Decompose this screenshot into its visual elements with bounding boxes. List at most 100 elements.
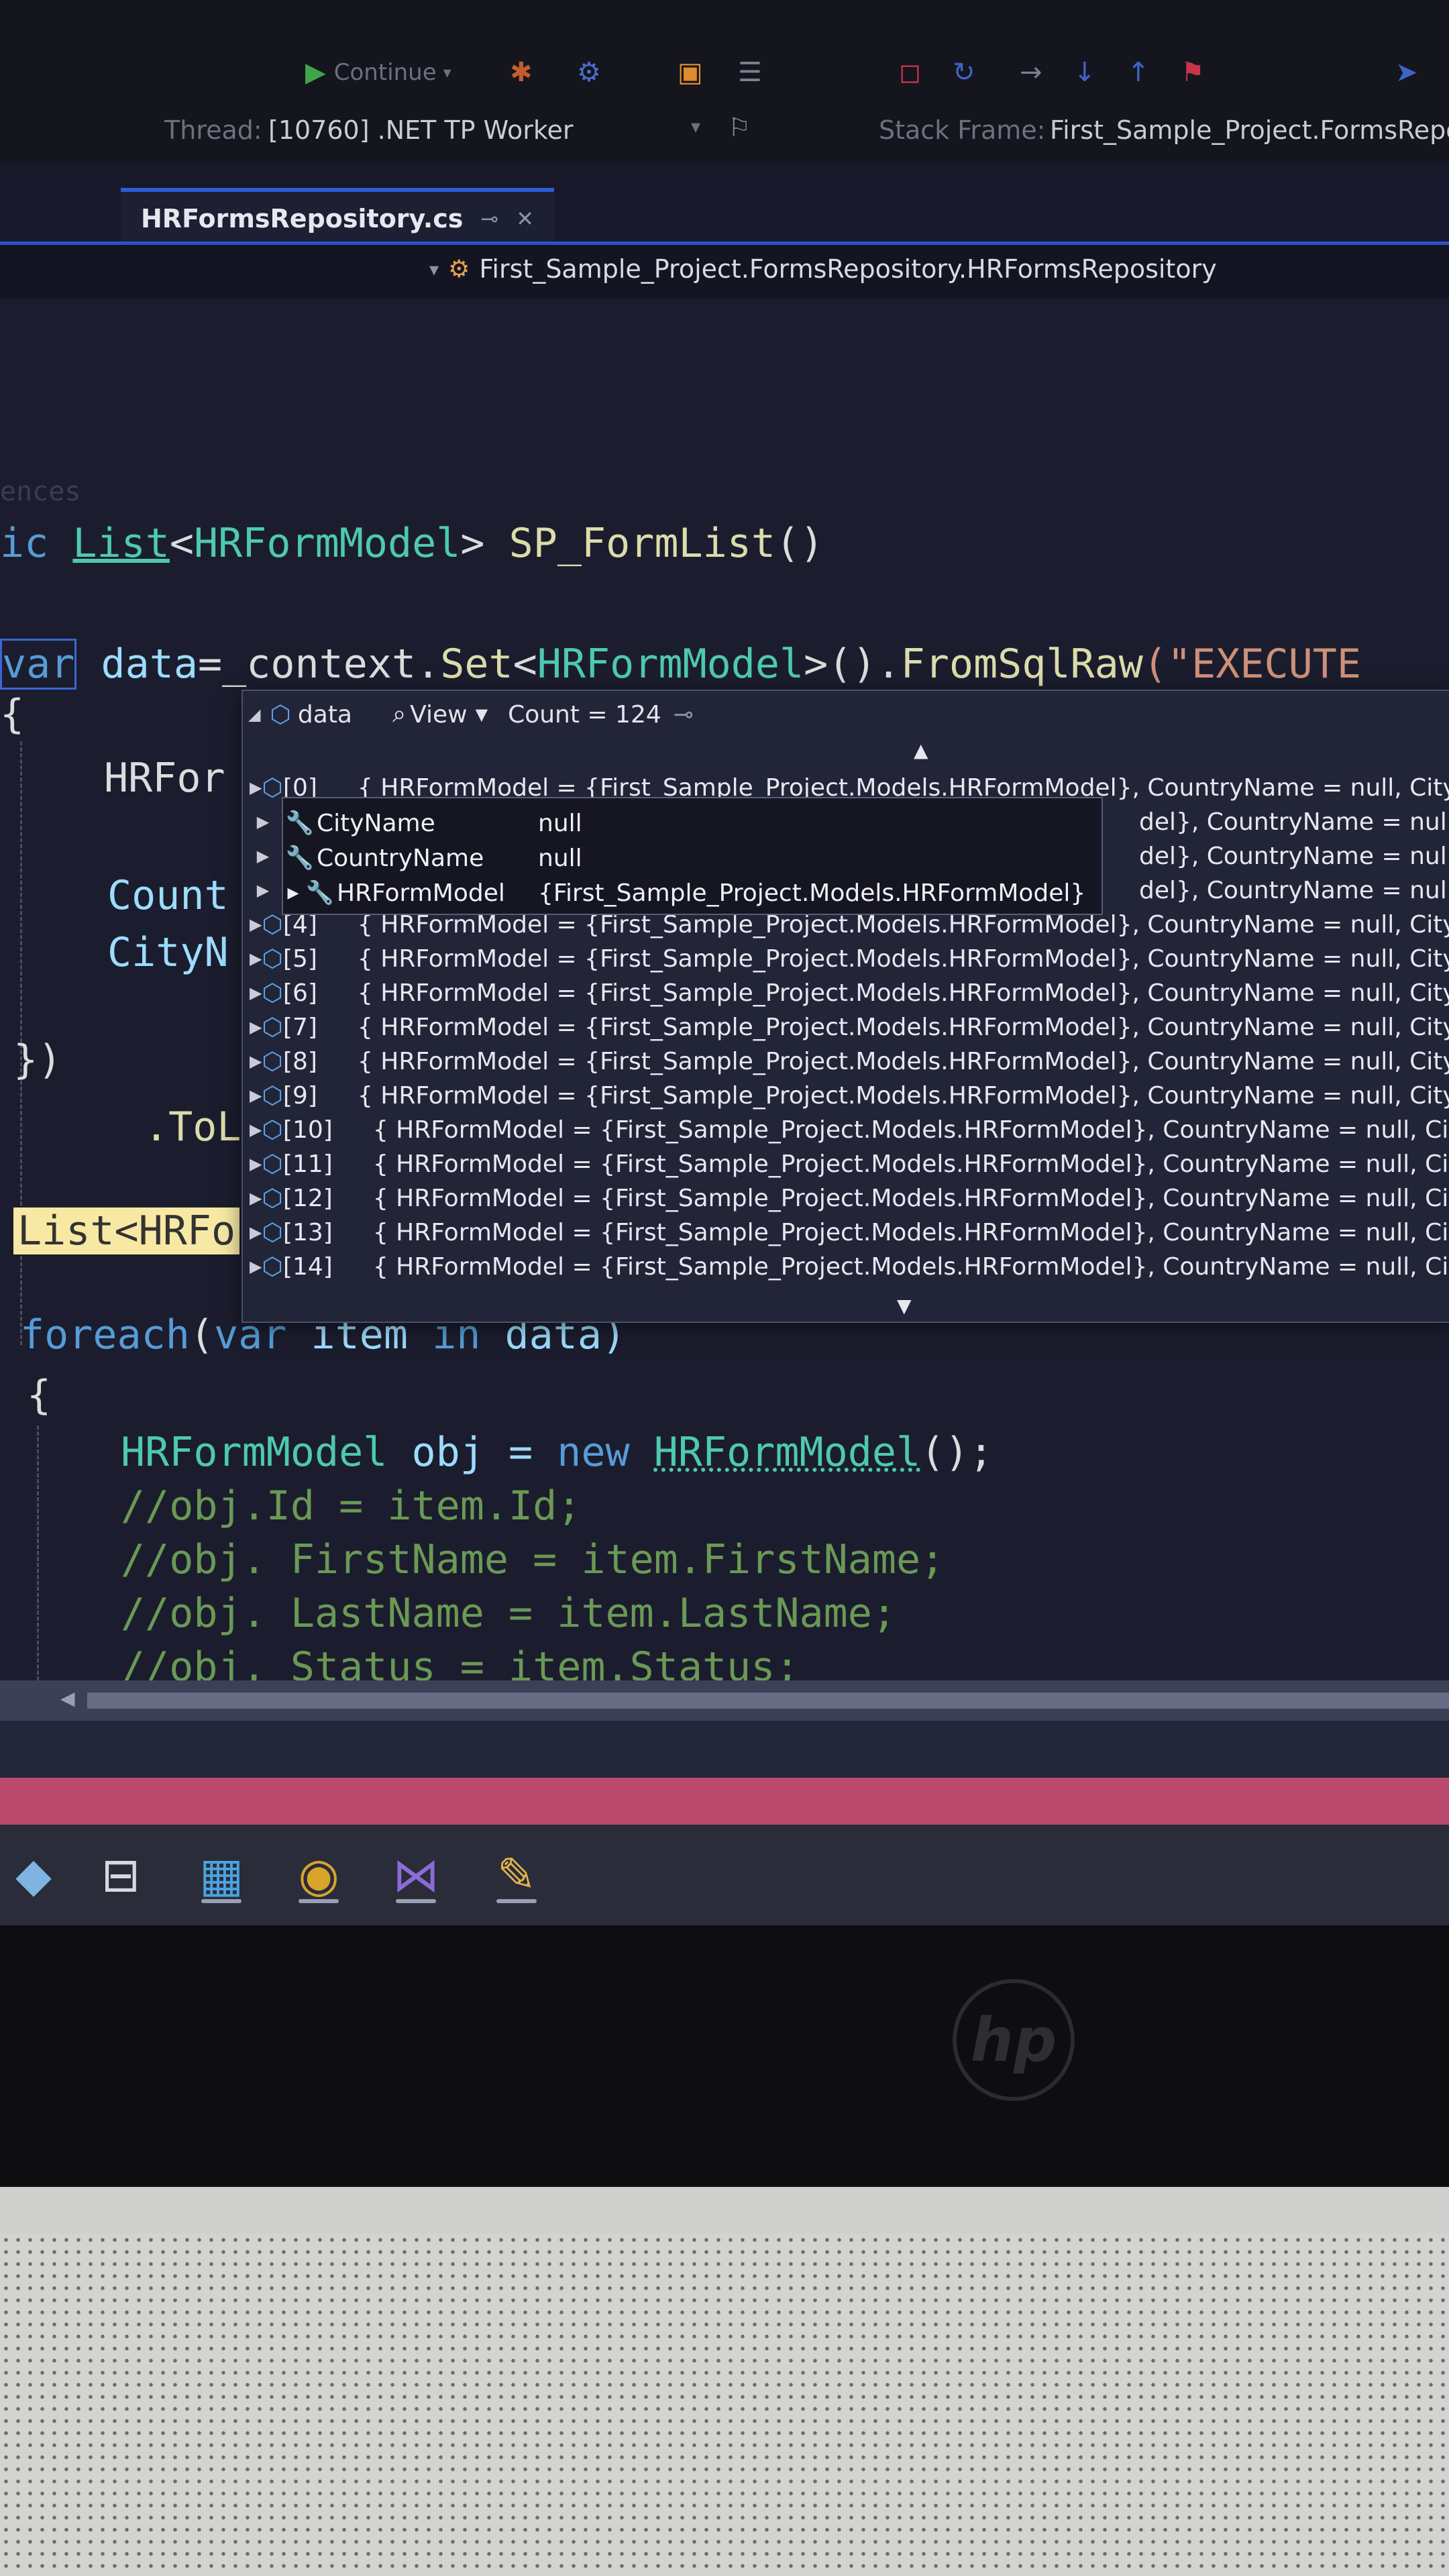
debug-toolbar: ▶ Continue ▾ ✱ ⚙ ▣ ☰ ◻ ↻ → ↓ ↑ ⚑ ➤ Threa… <box>0 0 1449 161</box>
scroll-left-icon[interactable]: ◀ <box>60 1687 75 1709</box>
list-item[interactable]: ▶ ⬡ [10] { HRFormModel = {First_Sample_Proj… <box>243 1112 1449 1147</box>
list-item[interactable]: 🔧 CityName null <box>283 805 582 841</box>
item-value: { HRFormModel = {First_Sample_Project.Mo… <box>372 1252 1449 1281</box>
expand-triangle-icon[interactable]: ▶ <box>250 1155 262 1173</box>
item-value: del}, CountryName = null, City <box>1139 808 1449 836</box>
debug-datatip[interactable]: ◢ ⬡ data ⌕ View ▼ Count = 124 ⊸ ▲ ▶ ⬡ [0]{… <box>241 690 1449 1323</box>
list-item[interactable]: ▶ ⬡ [14] { HRFormModel = {First_Sample_Proj… <box>243 1249 1449 1284</box>
expanded-item-popup[interactable]: 🔧 CityName null 🔧 CountryName null ▶ 🔧 H… <box>282 797 1103 915</box>
expand-triangle-icon[interactable]: ▶ <box>250 1052 262 1071</box>
expand-triangle-icon[interactable]: ▶ <box>250 1018 262 1036</box>
folder-icon: ▣ <box>678 57 703 88</box>
list-item[interactable]: ▶ ⬡ [11] { HRFormModel = {First_Sample_Proj… <box>243 1146 1449 1181</box>
expand-triangle-icon[interactable]: ▶ <box>250 847 276 865</box>
expand-triangle-icon[interactable]: ▶ <box>283 885 303 902</box>
store-icon[interactable]: ▦ <box>188 1841 255 1909</box>
expand-triangle-icon[interactable]: ▶ <box>250 881 276 900</box>
hot-reload-button[interactable]: ✱ <box>510 52 533 93</box>
list-item[interactable]: ▶ 🔧 HRFormModel {First_Sample_Project.Mo… <box>283 875 1086 911</box>
step-out-button[interactable]: ↑ <box>1127 52 1150 93</box>
item-index: [7] <box>282 1013 317 1041</box>
horizontal-scrollbar[interactable]: ◀ <box>0 1680 1449 1721</box>
settings-button[interactable]: ☰ <box>738 52 762 93</box>
task-view-icon[interactable]: ⊟ <box>87 1841 154 1909</box>
type-member-dropdown[interactable]: ▾ ⚙ First_Sample_Project.FormsRepository… <box>429 254 1217 284</box>
variable-cube-icon: ⬡ <box>270 700 291 729</box>
dropdown-icon: ▼ <box>475 705 488 724</box>
stack-frame-dropdown[interactable]: First_Sample_Project.FormsRepos <box>1050 115 1449 145</box>
chevron-down-icon: ▾ <box>429 258 439 280</box>
item-index: [11] <box>282 1150 333 1178</box>
scroll-up-icon[interactable]: ▲ <box>914 739 928 761</box>
output-strip <box>0 1721 1449 1778</box>
document-tab-strip: HRFormsRepository.cs ⊸ ✕ <box>0 161 1449 248</box>
expand-triangle-icon[interactable]: ▶ <box>250 1189 262 1208</box>
flag-icon: ⚑ <box>1181 57 1205 88</box>
magnifier-icon[interactable]: ⌕ <box>392 700 406 729</box>
step-into-button[interactable]: ↓ <box>1073 52 1096 93</box>
chrome-icon[interactable]: ◉ <box>285 1841 352 1909</box>
expand-triangle-icon[interactable]: ▶ <box>250 1223 262 1242</box>
scroll-down-icon[interactable]: ▼ <box>897 1295 912 1317</box>
expand-triangle-icon[interactable]: ▶ <box>250 1086 262 1105</box>
item-value: { HRFormModel = {First_Sample_Project.Mo… <box>357 979 1449 1007</box>
object-cube-icon: ⬡ <box>262 773 283 802</box>
pin-icon[interactable]: ⊸ <box>674 701 694 729</box>
step-over-button[interactable]: → <box>1020 52 1042 93</box>
laptop-bezel <box>0 1925 1449 2207</box>
breakpoint-button[interactable]: ⚑ <box>1181 52 1205 93</box>
expand-triangle-icon[interactable]: ▶ <box>250 949 262 968</box>
thread-dropdown[interactable]: [10760] .NET TP Worker <box>268 115 574 145</box>
start-icon[interactable]: ◆ <box>0 1841 67 1909</box>
comment-line: //obj.Id = item.Id; <box>121 1483 582 1529</box>
wrench-icon: 🔧 <box>305 879 335 906</box>
list-item[interactable]: ▶ ⬡ [8] { HRFormModel = {First_Sample_Proje… <box>243 1044 1449 1079</box>
wrench-icon: 🔧 <box>285 845 315 871</box>
open-brace: { <box>0 691 25 738</box>
arrow-down-icon: ↓ <box>1073 57 1096 88</box>
visual-studio-icon[interactable]: ⋈ <box>382 1841 449 1909</box>
close-icon[interactable]: ✕ <box>516 206 534 231</box>
expand-triangle-icon[interactable]: ▶ <box>250 915 262 934</box>
more-button[interactable]: ➤ <box>1395 52 1418 93</box>
expand-triangle-icon[interactable]: ▶ <box>250 1257 262 1276</box>
list-item[interactable]: ▶ ⬡ [12] { HRFormModel = {First_Sample_Proj… <box>243 1181 1449 1216</box>
collapse-triangle-icon[interactable]: ◢ <box>248 705 260 724</box>
expand-triangle-icon[interactable]: ▶ <box>250 1120 262 1139</box>
tab-hrformsrepository[interactable]: HRFormsRepository.cs ⊸ ✕ <box>121 188 555 246</box>
restart-button[interactable]: ↻ <box>953 52 975 93</box>
scrollbar-thumb[interactable] <box>87 1693 1449 1709</box>
view-dropdown[interactable]: View <box>410 701 467 729</box>
list-item[interactable]: ▶ ⬡ [7] { HRFormModel = {First_Sample_Proje… <box>243 1010 1449 1044</box>
wrench-icon: 🔧 <box>285 810 315 837</box>
flame-icon: ✱ <box>510 57 533 88</box>
comment-line: //obj. Status = item.Status; <box>121 1644 800 1680</box>
expand-triangle-icon[interactable]: ▶ <box>250 812 276 831</box>
expand-triangle-icon[interactable]: ▶ <box>250 983 262 1002</box>
gear-icon: ⚙ <box>577 57 601 88</box>
continue-button[interactable]: ▶ Continue ▾ <box>305 52 451 93</box>
pin-icon[interactable]: ⊸ <box>480 206 498 231</box>
browse-button[interactable]: ⚙ <box>577 52 601 93</box>
codelens-references[interactable]: ences <box>0 476 80 507</box>
sliders-icon: ☰ <box>738 57 762 88</box>
list-item[interactable]: ▶ ⬡ [5] { HRFormModel = {First_Sample_Proje… <box>243 941 1449 976</box>
list-item[interactable]: ▶ ⬡ [6] { HRFormModel = {First_Sample_Proje… <box>243 975 1449 1010</box>
flag-thread-icon[interactable]: ⚐ <box>728 113 751 142</box>
item-index: [12] <box>282 1184 333 1212</box>
var-data-line: var data=_context.Set<HRFormModel>().Fro… <box>0 639 1361 690</box>
list-item[interactable]: ▶ ⬡ [9] { HRFormModel = {First_Sample_Proje… <box>243 1078 1449 1113</box>
folder-button[interactable]: ▣ <box>678 52 703 93</box>
item-value: { HRFormModel = {First_Sample_Project.Mo… <box>372 1116 1449 1144</box>
expand-triangle-icon[interactable]: ▶ <box>250 778 262 797</box>
stop-button[interactable]: ◻ <box>899 52 921 93</box>
object-cube-icon: ⬡ <box>262 1081 283 1110</box>
paint-icon[interactable]: ✎ <box>483 1841 550 1909</box>
list-item[interactable]: 🔧 CountryName null <box>283 840 582 876</box>
item-index: [13] <box>282 1218 333 1246</box>
item-value: { HRFormModel = {First_Sample_Project.Mo… <box>372 1150 1449 1178</box>
item-index: [9] <box>282 1081 317 1110</box>
item-value: { HRFormModel = {First_Sample_Project.Mo… <box>357 945 1449 973</box>
speaker-grille <box>0 2234 1449 2576</box>
list-item[interactable]: ▶ ⬡ [13] { HRFormModel = {First_Sample_Proj… <box>243 1215 1449 1250</box>
